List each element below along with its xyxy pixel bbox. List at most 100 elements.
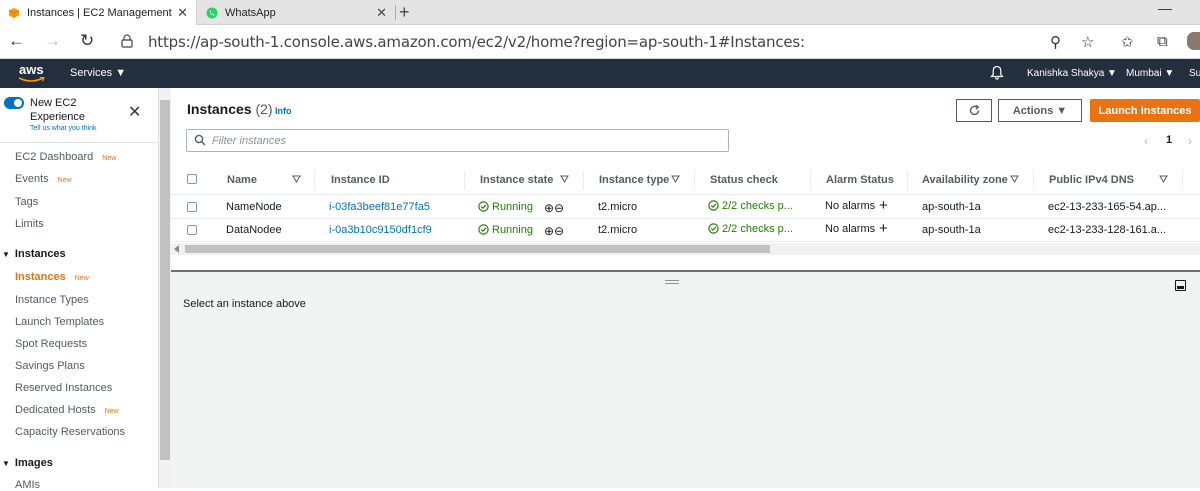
favorite-star-icon[interactable]: ☆	[1081, 33, 1094, 51]
column-header-name[interactable]: Name	[227, 174, 257, 186]
instance-id-link[interactable]: i-0a3b10c9150df1cf9	[329, 224, 432, 236]
sidebar-item-tags[interactable]: Tags	[15, 196, 38, 208]
sidebar-item-dedicated-hosts[interactable]: Dedicated Hosts New	[15, 404, 119, 416]
column-header-instance-type[interactable]: Instance type	[599, 174, 669, 186]
table-scrollbar-thumb[interactable]	[185, 245, 770, 253]
zoom-state-icons[interactable]: ⊕⊖	[544, 201, 564, 215]
running-check-icon	[478, 224, 489, 235]
sidebar-item-savings-plans[interactable]: Savings Plans	[15, 360, 85, 372]
aws-box-icon	[8, 7, 20, 18]
sidebar-item-spot-requests[interactable]: Spot Requests	[15, 338, 87, 350]
next-page-icon[interactable]: ›	[1188, 134, 1192, 148]
page-number[interactable]: 1	[1166, 134, 1172, 146]
column-divider[interactable]	[464, 171, 465, 190]
table-row[interactable]: NameNode i-03fa3beef81e77fa5 Running ⊕⊖ …	[171, 196, 1200, 219]
sort-caret-icon[interactable]	[292, 175, 301, 183]
column-header-status-check[interactable]: Status check	[710, 174, 778, 186]
refresh-button[interactable]	[956, 99, 992, 122]
pane-splitter[interactable]	[171, 270, 1200, 272]
aws-top-nav: aws Services ▼ Kanishka Shakya ▼ Mumbai …	[0, 59, 1200, 88]
aws-smile-icon	[18, 77, 45, 82]
sidebar-item-capacity-reservations[interactable]: Capacity Reservations	[15, 426, 125, 438]
sort-caret-icon[interactable]	[1159, 175, 1168, 183]
feedback-link[interactable]: Tell us what you think	[30, 125, 97, 132]
column-header-instance-id[interactable]: Instance ID	[331, 174, 390, 186]
status-check[interactable]: 2/2 checks p...	[708, 200, 793, 212]
sidebar-section-images[interactable]: ▼ Images	[2, 457, 53, 469]
browser-tab-whatsapp[interactable]: WhatsApp ✕	[198, 0, 395, 25]
row-checkbox[interactable]	[187, 202, 197, 212]
instance-id-link[interactable]: i-03fa3beef81e77fa5	[329, 201, 430, 213]
sidebar-item-launch-templates[interactable]: Launch Templates	[15, 316, 104, 328]
sidebar-item-amis[interactable]: AMIs	[15, 479, 40, 491]
account-menu[interactable]: Kanishka Shakya ▼	[1027, 68, 1117, 79]
drag-handle-icon[interactable]	[665, 280, 679, 284]
url-field[interactable]: https://ap-south-1.console.aws.amazon.co…	[148, 33, 805, 51]
sidebar-item-events[interactable]: Events New	[15, 173, 72, 185]
zoom-state-icons[interactable]: ⊕⊖	[544, 224, 564, 238]
instance-name: NameNode	[226, 201, 282, 213]
column-divider[interactable]	[583, 171, 584, 190]
launch-instances-button[interactable]: Launch instances	[1090, 99, 1200, 122]
refresh-icon	[969, 104, 979, 116]
column-divider[interactable]	[1033, 171, 1034, 190]
sort-caret-icon[interactable]	[560, 175, 569, 183]
sidebar-scrollbar-thumb[interactable]	[160, 100, 170, 460]
scroll-left-icon[interactable]	[174, 245, 179, 253]
sort-caret-icon[interactable]	[671, 175, 680, 183]
select-all-checkbox[interactable]	[187, 174, 197, 184]
filter-instances-input[interactable]: Filter instances	[186, 129, 729, 152]
new-badge: New	[104, 408, 119, 415]
forward-icon[interactable]: →	[44, 31, 61, 51]
sidebar-section-instances[interactable]: ▼ Instances	[2, 248, 66, 260]
previous-page-icon[interactable]: ‹	[1144, 134, 1148, 148]
close-tab-icon[interactable]: ✕	[177, 5, 188, 21]
close-sidebar-icon[interactable]: ✕	[128, 102, 141, 122]
table-row[interactable]: DataNodee i-0a3b10c9150df1cf9 Running ⊕⊖…	[171, 219, 1200, 242]
availability-zone: ap-south-1a	[922, 201, 981, 213]
sort-caret-icon[interactable]	[1010, 175, 1019, 183]
reload-icon[interactable]: ↻	[80, 31, 94, 51]
column-divider[interactable]	[907, 171, 908, 190]
column-divider[interactable]	[314, 171, 315, 190]
profile-avatar[interactable]	[1187, 32, 1200, 50]
close-tab-icon[interactable]: ✕	[376, 5, 387, 21]
notification-bell-icon[interactable]	[990, 65, 1004, 80]
column-header-instance-state[interactable]: Instance state	[480, 174, 553, 186]
sidebar-item-limits[interactable]: Limits	[15, 218, 44, 230]
column-divider[interactable]	[1182, 171, 1183, 190]
sidebar-item-label: EC2 Dashboard	[15, 151, 94, 163]
new-tab-button[interactable]: +	[399, 2, 410, 23]
favorites-list-icon[interactable]: ✩	[1121, 33, 1134, 51]
region-menu[interactable]: Mumbai ▼	[1126, 68, 1174, 79]
sidebar-item-label: Spot Requests	[15, 338, 88, 350]
column-header-alarm-status[interactable]: Alarm Status	[826, 174, 894, 186]
status-check[interactable]: 2/2 checks p...	[708, 223, 793, 235]
actions-button[interactable]: Actions ▼	[998, 99, 1082, 122]
services-menu[interactable]: Services ▼	[70, 67, 126, 79]
sidebar-item-ec2-dashboard[interactable]: EC2 Dashboard New	[15, 151, 116, 163]
column-header-public-ipv4-dns[interactable]: Public IPv4 DNS	[1049, 174, 1134, 186]
add-alarm-icon[interactable]: +	[879, 220, 888, 237]
pane-layout-icon[interactable]	[1175, 280, 1186, 291]
column-divider[interactable]	[810, 171, 811, 190]
browser-tab-ec2[interactable]: Instances | EC2 Management Co ✕	[0, 0, 197, 25]
sidebar-item-label: Tags	[15, 196, 39, 208]
info-link[interactable]: Info	[275, 106, 292, 116]
back-icon[interactable]: ←	[8, 31, 25, 51]
zoom-icon[interactable]: ⚲	[1050, 33, 1061, 51]
new-experience-toggle[interactable]	[4, 97, 24, 109]
sidebar-item-label: AMIs	[15, 479, 41, 491]
collections-icon[interactable]: ⧉	[1157, 33, 1168, 50]
sidebar-item-instance-types[interactable]: Instance Types	[15, 294, 89, 306]
sidebar-item-reserved-instances[interactable]: Reserved Instances	[15, 382, 112, 394]
sidebar-item-instances[interactable]: Instances New	[15, 271, 89, 283]
row-checkbox[interactable]	[187, 225, 197, 235]
aws-logo[interactable]: aws	[19, 62, 44, 77]
column-divider[interactable]	[694, 171, 695, 190]
table-horizontal-scrollbar[interactable]	[171, 243, 1200, 255]
column-header-availability-zone[interactable]: Availability zone	[922, 174, 1008, 186]
add-alarm-icon[interactable]: +	[879, 197, 888, 214]
minimize-window-icon[interactable]: —	[1158, 0, 1172, 16]
support-menu[interactable]: Su	[1189, 68, 1200, 79]
